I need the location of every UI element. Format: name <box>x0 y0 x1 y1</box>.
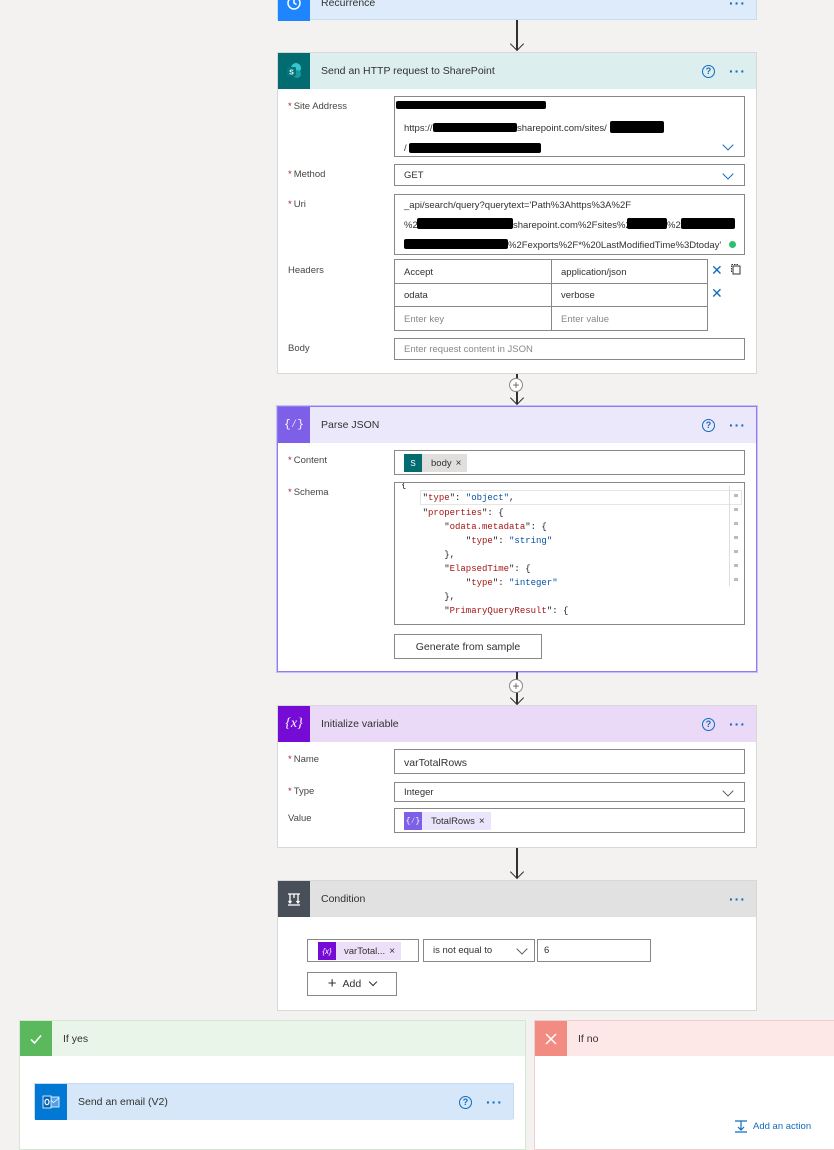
content-token[interactable]: S body × <box>404 454 468 472</box>
sharepoint-icon: S <box>404 454 422 472</box>
name-label: * Name <box>288 754 320 765</box>
condition-operator-select[interactable]: is not equal to <box>423 939 535 962</box>
condition-left-token[interactable]: {x} varTotal... × <box>318 942 402 960</box>
value-label: Value <box>288 813 312 824</box>
help-icon[interactable]: ? <box>702 717 715 731</box>
check-icon <box>20 1021 52 1056</box>
variable-icon: {x} <box>278 706 310 742</box>
send-email-more-button[interactable]: ··· <box>486 1095 503 1109</box>
uri-label: * Uri <box>288 199 306 210</box>
chevron-down-icon <box>368 977 378 987</box>
method-select[interactable]: GET <box>394 164 745 186</box>
copy-icon[interactable] <box>730 263 742 275</box>
header-key-input[interactable]: Accept <box>394 259 552 284</box>
help-icon[interactable]: ? <box>702 418 715 432</box>
parse-json-header[interactable]: {⁄} Parse JSON ? ··· <box>278 407 756 443</box>
add-an-action-link[interactable]: Add an action <box>734 1119 811 1133</box>
if-yes-title: If yes <box>63 1032 89 1045</box>
help-icon[interactable]: ? <box>702 64 715 78</box>
header-value-input[interactable]: verbose <box>551 283 708 307</box>
chevron-down-icon <box>516 943 528 955</box>
initialize-variable-header[interactable]: {x} Initialize variable ? ··· <box>278 706 756 742</box>
headers-table: Accept application/json odata verbose En… <box>394 259 708 331</box>
sharepoint-title: Send an HTTP request to SharePoint <box>321 65 495 77</box>
chevron-down-icon <box>722 168 734 180</box>
chevron-down-icon[interactable] <box>722 139 734 151</box>
schema-editor[interactable]: { "type": "object", "properties": { "oda… <box>394 482 745 625</box>
sharepoint-icon: S <box>278 53 310 89</box>
content-input[interactable]: S body × <box>394 450 745 475</box>
add-condition-button[interactable]: + Add <box>307 972 397 996</box>
header-key-input[interactable]: odata <box>394 283 552 307</box>
parse-json-more-button[interactable]: ··· <box>729 418 746 432</box>
svg-text:S: S <box>289 70 294 77</box>
connector-arrow-head <box>509 390 525 406</box>
if-no-title: If no <box>578 1032 599 1045</box>
minimap <box>729 486 740 586</box>
condition-title: Condition <box>321 893 366 905</box>
parse-json-card: {⁄} Parse JSON ? ··· * Content S body × *… <box>277 406 757 672</box>
initialize-variable-title: Initialize variable <box>321 718 399 730</box>
body-input[interactable]: Enter request content in JSON <box>394 338 745 360</box>
close-icon <box>535 1021 567 1056</box>
uri-input[interactable]: _api/search/query?querytext='Path%3Ahttp… <box>394 194 745 255</box>
recurrence-card[interactable]: Recurrence ··· <box>277 0 757 21</box>
method-label: * Method <box>288 169 326 180</box>
if-no-branch: If no Add an action <box>534 1020 834 1150</box>
header-key-input[interactable]: Enter key <box>394 306 552 331</box>
header-value-input[interactable]: application/json <box>551 259 708 284</box>
sharepoint-more-button[interactable]: ··· <box>729 64 746 78</box>
variable-icon: {x} <box>318 942 336 960</box>
send-email-card[interactable]: Send an email (V2) ? ··· <box>34 1083 514 1120</box>
condition-icon <box>278 881 310 917</box>
outlook-icon <box>35 1084 67 1120</box>
type-label: * Type <box>288 786 315 797</box>
variable-name-input[interactable]: varTotalRows <box>394 749 745 774</box>
remove-token-icon[interactable]: × <box>479 816 491 827</box>
connector-arrow-head <box>509 690 525 706</box>
insert-step-button[interactable]: + <box>509 378 523 392</box>
sharepoint-header[interactable]: S Send an HTTP request to SharePoint ? ·… <box>278 53 756 89</box>
delete-row-icon[interactable]: ✕ <box>711 286 723 300</box>
delete-row-icon[interactable]: ✕ <box>711 263 723 277</box>
content-label: * Content <box>288 455 327 466</box>
headers-label: Headers <box>288 265 324 276</box>
site-address-label: * Site Address <box>288 101 348 112</box>
condition-left-operand[interactable]: {x} varTotal... × <box>307 939 419 962</box>
condition-more-button[interactable]: ··· <box>729 892 746 906</box>
if-yes-branch: If yes Send an email (V2) ? ··· <box>19 1020 526 1150</box>
recurrence-clock-icon <box>278 0 310 21</box>
recurrence-title: Recurrence <box>321 0 376 9</box>
add-action-icon <box>735 1120 747 1133</box>
recurrence-more-button[interactable]: ··· <box>729 0 746 10</box>
header-value-input[interactable]: Enter value <box>551 306 708 331</box>
plus-icon: + <box>327 975 337 992</box>
condition-right-operand[interactable]: 6 <box>537 939 651 962</box>
chevron-down-icon <box>722 785 734 797</box>
variable-type-select[interactable]: Integer <box>394 782 745 802</box>
send-email-title: Send an email (V2) <box>78 1096 168 1108</box>
generate-from-sample-button[interactable]: Generate from sample <box>394 634 542 659</box>
initialize-variable-card: {x} Initialize variable ? ··· * Name varT… <box>277 705 757 848</box>
remove-token-icon[interactable]: × <box>389 946 401 957</box>
parse-json-icon: {⁄} <box>278 407 310 443</box>
value-token[interactable]: {⁄} TotalRows × <box>404 812 491 830</box>
remove-token-icon[interactable]: × <box>456 458 468 469</box>
parse-json-icon: {⁄} <box>404 812 422 830</box>
status-dot <box>729 241 736 248</box>
site-address-input[interactable]: https:// sharepoint.com/sites/ / <box>394 96 745 157</box>
connector-arrow-head <box>509 36 525 52</box>
condition-card: Condition ··· {x} varTotal... × is not e… <box>277 880 757 1011</box>
connector-arrow-head <box>509 864 525 880</box>
schema-label: * Schema <box>288 487 329 498</box>
sharepoint-card: S Send an HTTP request to SharePoint ? ·… <box>277 52 757 374</box>
body-label: Body <box>288 343 310 354</box>
parse-json-title: Parse JSON <box>321 419 380 431</box>
help-icon[interactable]: ? <box>459 1095 472 1109</box>
variable-value-input[interactable]: {⁄} TotalRows × <box>394 808 745 833</box>
insert-step-button[interactable]: + <box>509 679 523 693</box>
condition-header[interactable]: Condition ··· <box>278 881 756 917</box>
initialize-variable-more-button[interactable]: ··· <box>729 717 746 731</box>
